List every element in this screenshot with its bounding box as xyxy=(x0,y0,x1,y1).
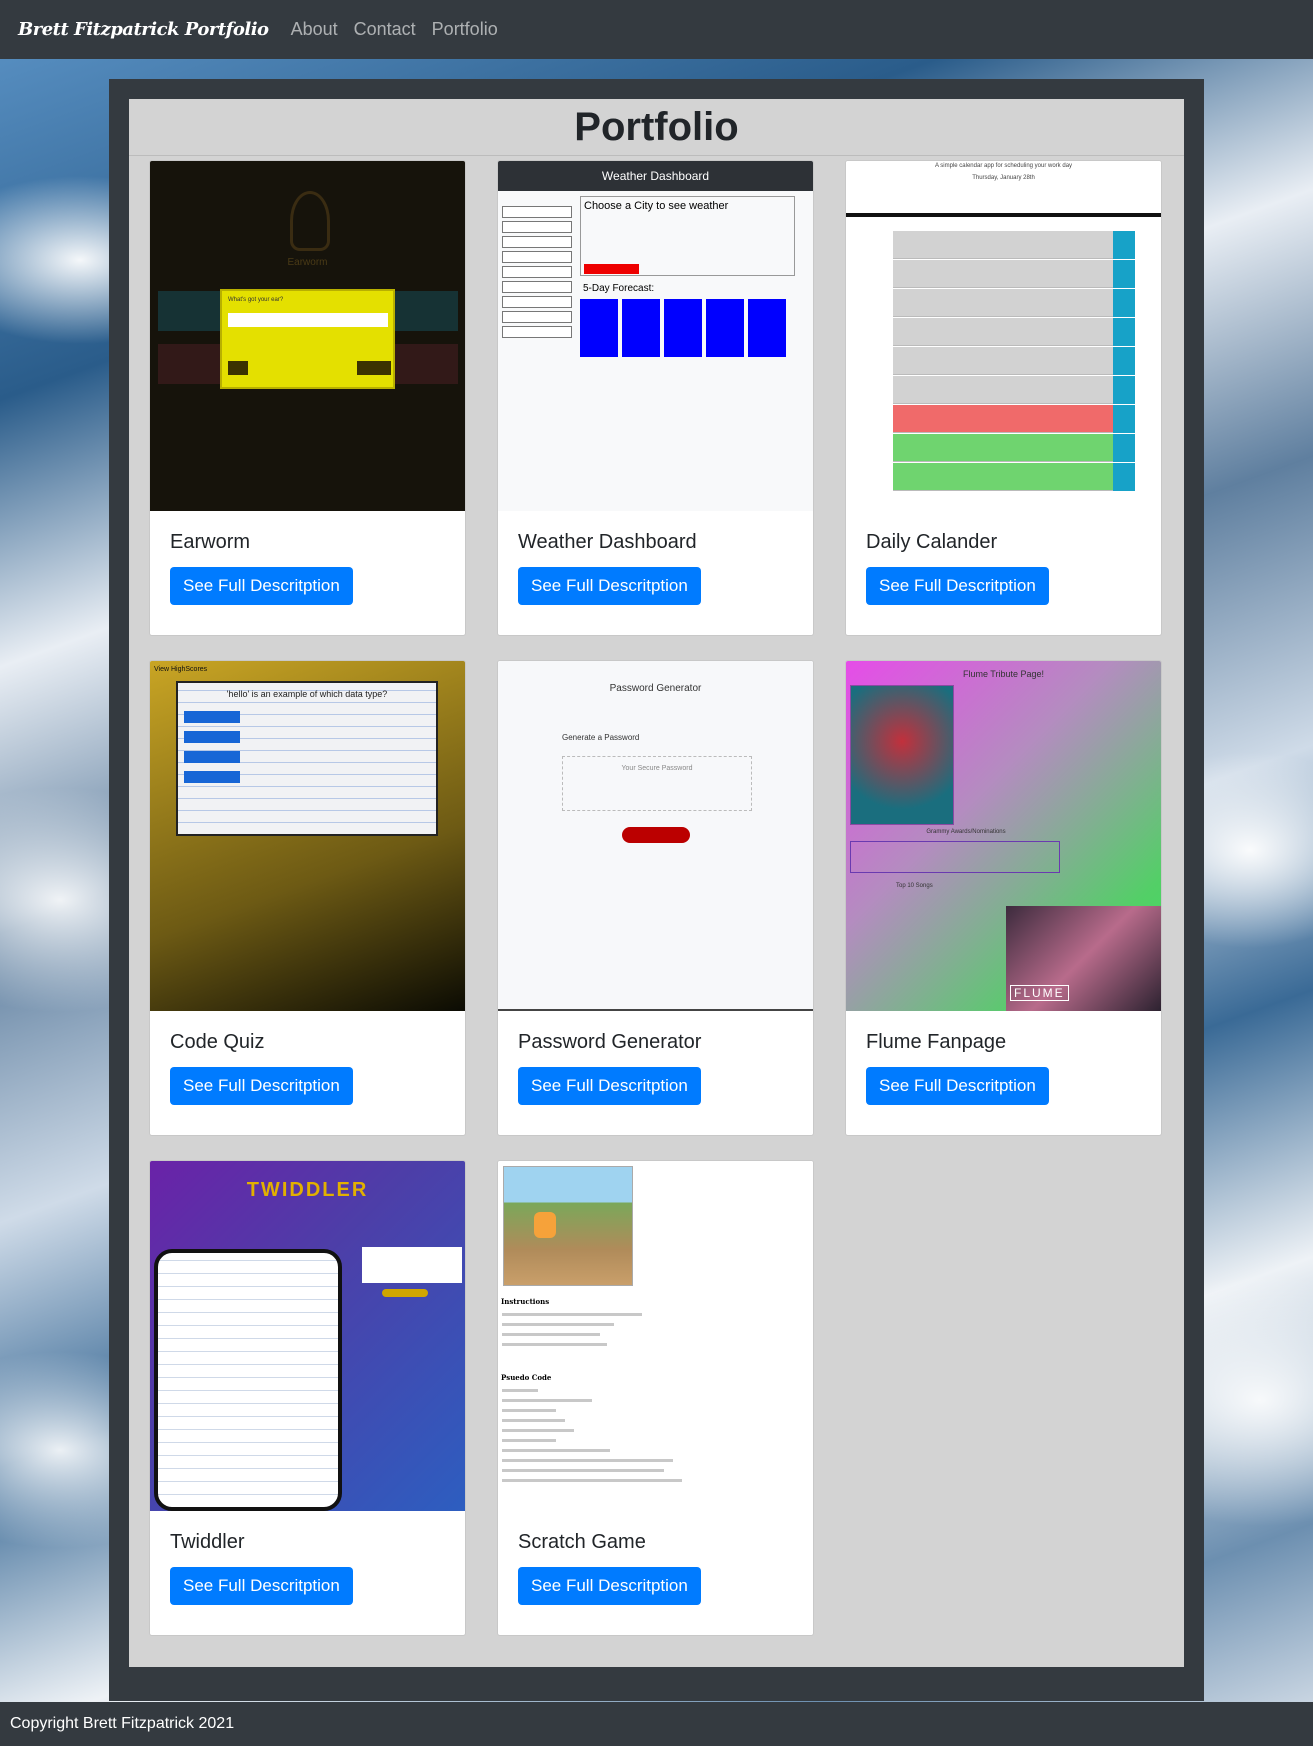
see-description-button[interactable]: See Full Descritption xyxy=(518,567,701,605)
project-card-weather-dashboard: Weather Dashboard Choose a City to see w… xyxy=(497,160,814,636)
navbar: Brett Fitzpatrick Portfolio About Contac… xyxy=(0,0,1313,59)
card-title: Password Generator xyxy=(518,1031,702,1053)
project-card-earworm: Earworm What's got your ear? Earworm See… xyxy=(149,160,466,636)
footer: Copyright Brett Fitzpatrick 2021 xyxy=(0,1702,1313,1746)
see-description-button[interactable]: See Full Descritption xyxy=(866,1067,1049,1105)
portfolio-panel: Portfolio Earworm What's got your ear? E… xyxy=(129,99,1184,1667)
project-card-daily-calander: A simple calendar app for scheduling you… xyxy=(845,160,1162,636)
scratch-cat-icon xyxy=(534,1212,556,1238)
see-description-button[interactable]: See Full Descritption xyxy=(518,1567,701,1605)
quiz-screenshot: View HighScores 'hello' is an example of… xyxy=(150,661,465,1011)
copyright-text: Copyright Brett Fitzpatrick 2021 xyxy=(10,1715,235,1732)
twiddler-screenshot: TWIDDLER xyxy=(150,1161,465,1511)
earworm-modal: What's got your ear? xyxy=(220,289,395,389)
nav-link-portfolio[interactable]: Portfolio xyxy=(432,19,498,40)
portfolio-frame: Portfolio Earworm What's got your ear? E… xyxy=(109,79,1204,1701)
project-card-flume-fanpage: Flume Tribute Page! Grammy Awards/Nomina… xyxy=(845,660,1162,1136)
earworm-screenshot: Earworm What's got your ear? xyxy=(150,161,465,511)
see-description-button[interactable]: See Full Descritption xyxy=(170,1567,353,1605)
daily-screenshot: A simple calendar app for scheduling you… xyxy=(846,161,1161,511)
card-title: Code Quiz xyxy=(170,1031,265,1053)
weather-screenshot: Weather Dashboard Choose a City to see w… xyxy=(498,161,813,511)
project-card-twiddler: TWIDDLER Twiddler See Full Descritption xyxy=(149,1160,466,1636)
nav-link-about[interactable]: About xyxy=(291,19,338,40)
earworm-heading: Earworm xyxy=(287,257,328,268)
card-title: Daily Calander xyxy=(866,531,998,553)
project-card-password-generator: Password Generator Generate a Password Y… xyxy=(497,660,814,1136)
see-description-button[interactable]: See Full Descritption xyxy=(170,1067,353,1105)
flume-screenshot: Flume Tribute Page! Grammy Awards/Nomina… xyxy=(846,661,1161,1011)
page-title: Portfolio xyxy=(129,99,1184,156)
see-description-button[interactable]: See Full Descritption xyxy=(170,567,353,605)
project-card-scratch-game: Instructions Psuedo Code Scratch Game Se… xyxy=(497,1160,814,1636)
card-title: Scratch Game xyxy=(518,1531,646,1553)
card-title: Earworm xyxy=(170,531,251,553)
card-title: Flume Fanpage xyxy=(866,1031,1007,1053)
earworm-logo-icon xyxy=(290,191,330,251)
password-screenshot: Password Generator Generate a Password Y… xyxy=(498,661,813,1011)
brand-link[interactable]: Brett Fitzpatrick Portfolio xyxy=(18,19,269,40)
card-title: Weather Dashboard xyxy=(518,531,697,553)
card-title: Twiddler xyxy=(170,1531,245,1553)
nav-link-contact[interactable]: Contact xyxy=(354,19,416,40)
project-card-code-quiz: View HighScores 'hello' is an example of… xyxy=(149,660,466,1136)
scratch-screenshot: Instructions Psuedo Code xyxy=(498,1161,813,1511)
see-description-button[interactable]: See Full Descritption xyxy=(518,1067,701,1105)
see-description-button[interactable]: See Full Descritption xyxy=(866,567,1049,605)
